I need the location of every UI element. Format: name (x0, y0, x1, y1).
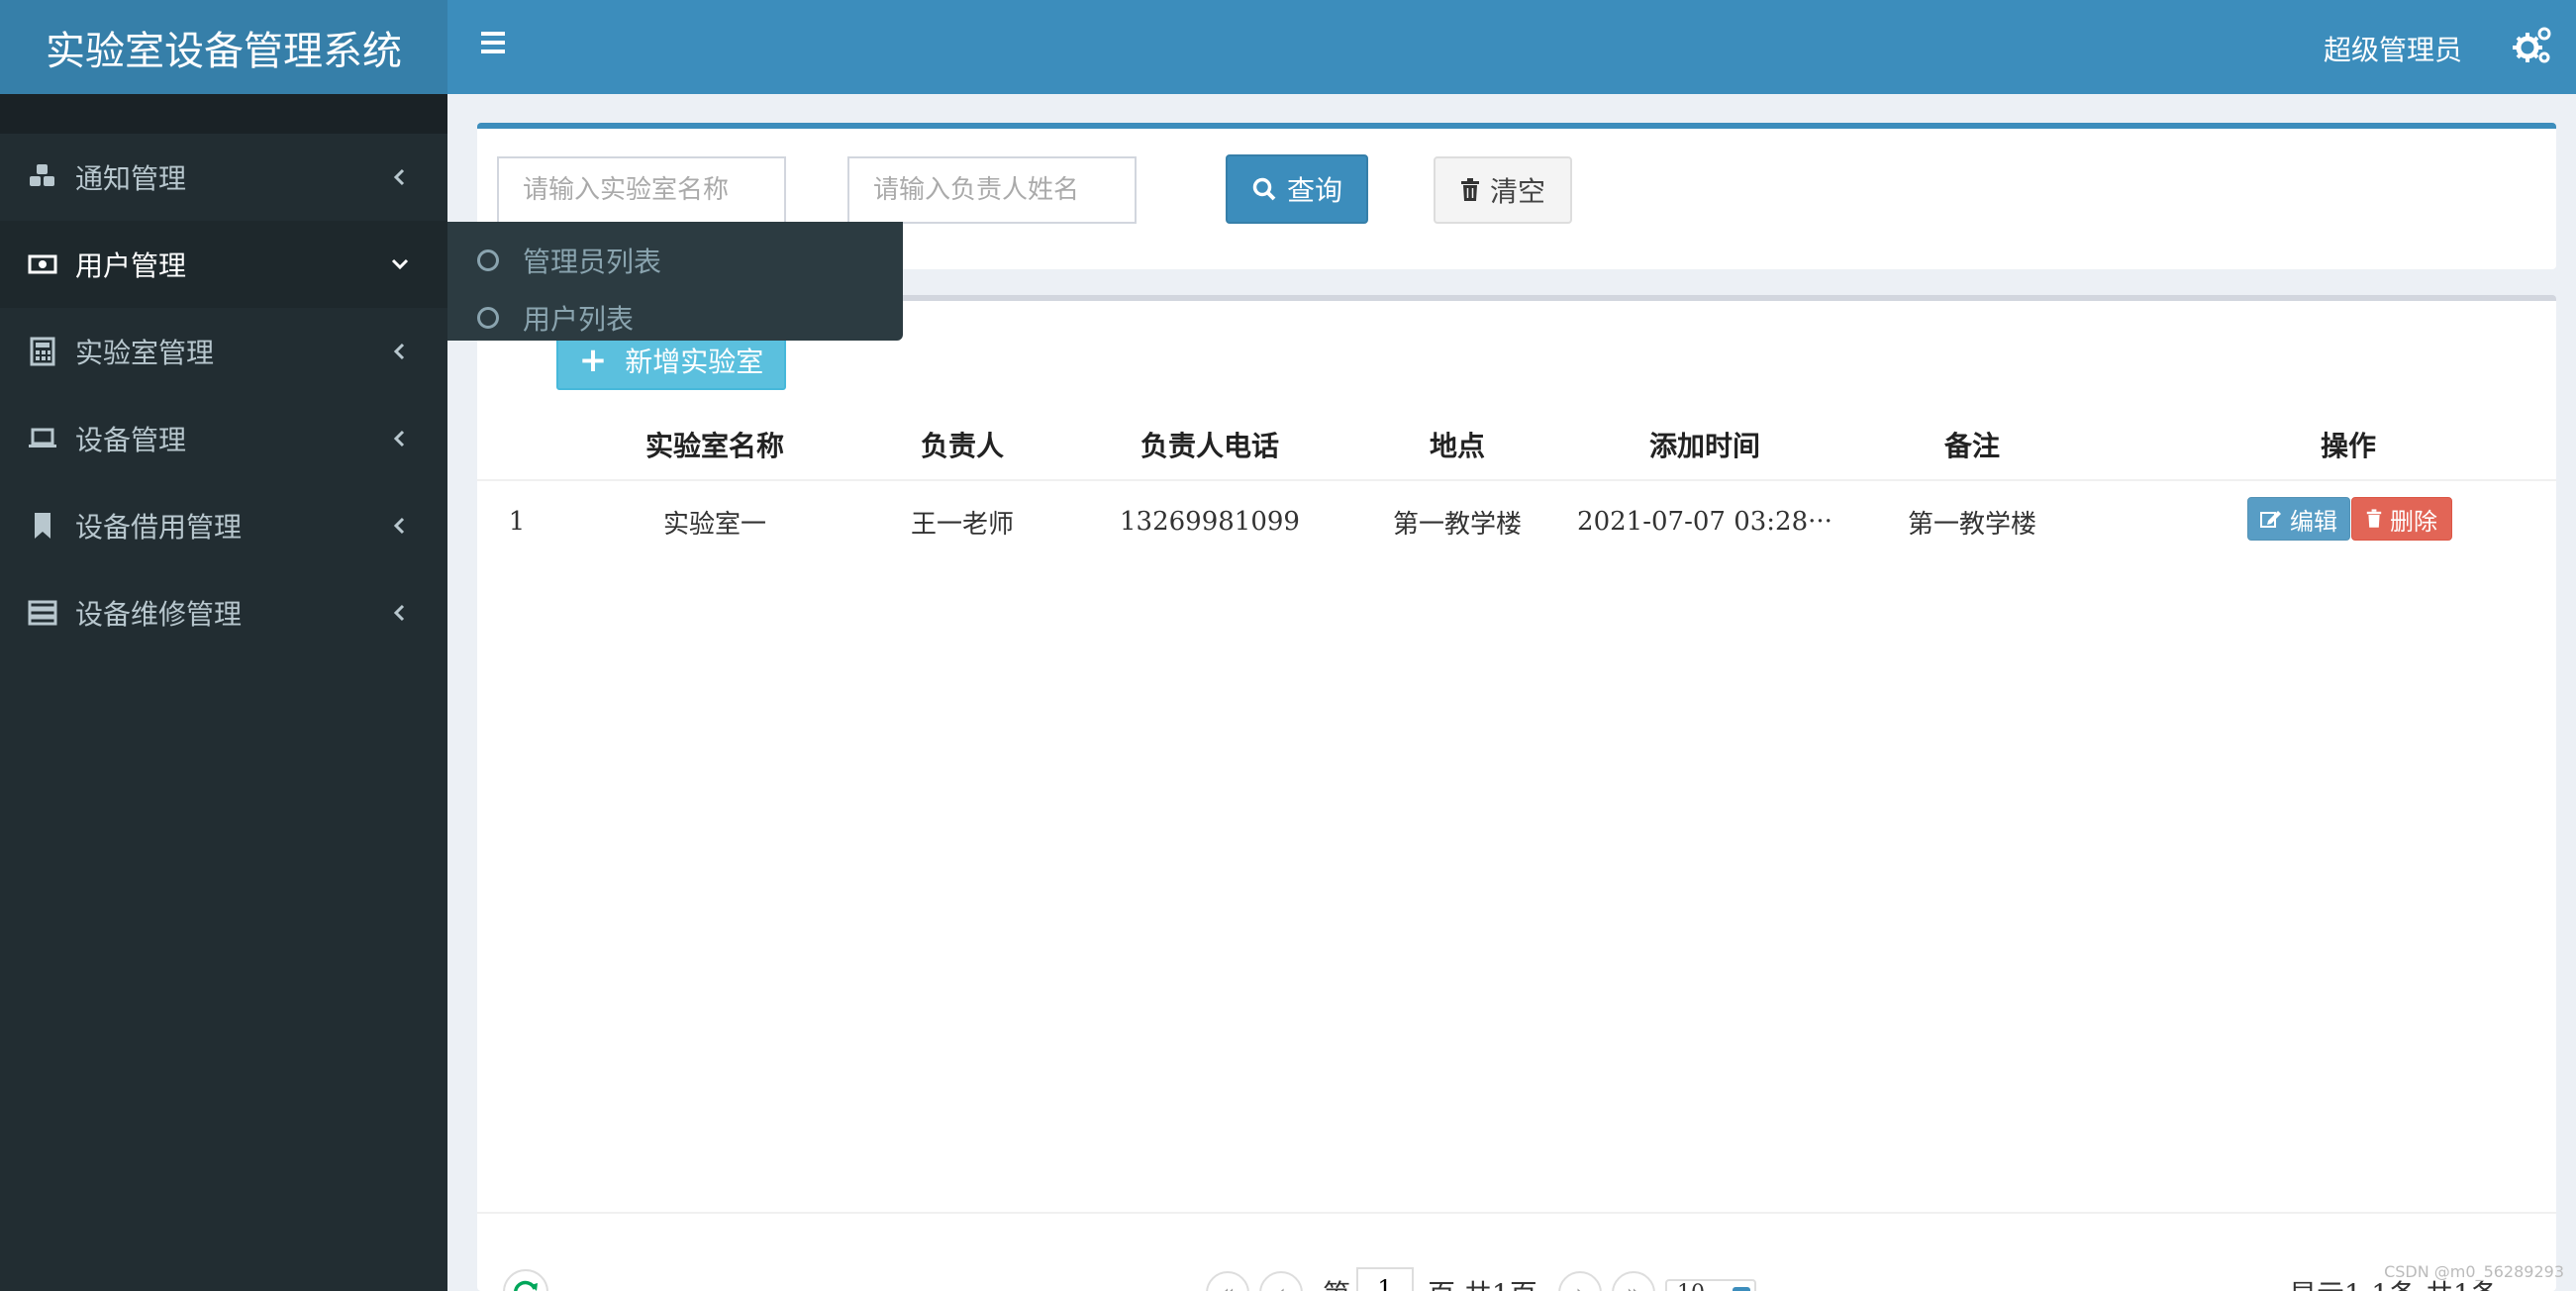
lab-table-panel: + 新增实验室 实验室名称 负责人 负责人电话 地点 添加时间 备注 操作 1 … (477, 295, 2556, 1291)
watermark-credit: CSDN @m0_56289293 (2384, 1262, 2564, 1281)
delete-button[interactable]: 删除 (2351, 497, 2452, 541)
server-icon (28, 598, 57, 628)
delete-button-label: 删除 (2390, 507, 2437, 536)
sidebar-user-panel (0, 94, 447, 134)
column-header[interactable]: 地点 (1348, 410, 1566, 479)
circle-icon (477, 249, 499, 271)
sidebar-item-repair[interactable]: 设备维修管理 (0, 569, 447, 656)
column-header: 操作 (2320, 430, 2376, 462)
chevron-left-icon (393, 604, 405, 622)
sidebar: 通知管理 用户管理 实验室管理 设备管理 设备借用管理 设备维修管理 (0, 94, 447, 1291)
submenu-item-label: 用户列表 (523, 303, 635, 336)
refresh-icon (514, 1280, 538, 1291)
hamburger-icon-line (481, 50, 505, 53)
page-size-select[interactable]: 10 (1665, 1279, 1756, 1291)
column-header[interactable]: 添加时间 (1596, 410, 1814, 479)
phone-cell: 13269981099 (1120, 507, 1300, 537)
sidebar-item-label: 用户管理 (75, 249, 187, 282)
hamburger-icon (481, 32, 505, 36)
submenu-item-label: 管理员列表 (523, 246, 662, 278)
refresh-button[interactable] (503, 1269, 548, 1291)
edit-button[interactable]: 编辑 (2247, 497, 2350, 541)
column-header[interactable]: 备注 (1863, 410, 2081, 479)
edit-icon (2260, 509, 2282, 529)
sidebar-item-borrow[interactable]: 设备借用管理 (0, 482, 447, 569)
row-index: 1 (508, 507, 526, 537)
sidebar-item-label: 设备维修管理 (75, 598, 243, 631)
query-button[interactable]: 查询 (1226, 154, 1368, 224)
chevron-left-icon (393, 343, 405, 360)
next-page-button[interactable]: › (1558, 1271, 1602, 1291)
prev-page-button[interactable]: ‹ (1259, 1271, 1303, 1291)
added-time-cell: 2021-07-07 03:28··· (1577, 507, 1833, 537)
remark-cell: 第一教学楼 (1907, 509, 2036, 540)
location-cell: 第一教学楼 (1392, 509, 1522, 540)
chevron-left-icon (393, 430, 405, 447)
clear-button-label: 清空 (1489, 175, 1545, 208)
edit-button-label: 编辑 (2290, 507, 2337, 536)
submenu-item-admin-list[interactable]: 管理员列表 (447, 232, 903, 289)
first-page-button[interactable]: « (1206, 1271, 1249, 1291)
sidebar-item-equipment[interactable]: 设备管理 (0, 395, 447, 482)
sidebar-item-label: 实验室管理 (75, 337, 215, 369)
plus-icon: + (578, 341, 608, 380)
top-navbar: 超级管理员 (447, 0, 2576, 94)
lab-name-search-input[interactable] (497, 156, 786, 224)
column-header[interactable]: 负责人 (853, 410, 1071, 479)
select-arrow-icon (1733, 1287, 1750, 1291)
users-submenu: 管理员列表 用户列表 (447, 222, 903, 341)
search-icon (1251, 176, 1277, 202)
chevron-down-icon (391, 258, 409, 270)
hamburger-icon-line (481, 41, 505, 45)
clear-button[interactable]: 清空 (1434, 156, 1572, 224)
app-logo[interactable]: 实验室设备管理系统 (0, 0, 447, 94)
sidebar-item-users[interactable]: 用户管理 (0, 221, 447, 308)
owner-cell: 王一老师 (910, 509, 1014, 540)
sidebar-item-notice[interactable]: 通知管理 (0, 134, 447, 221)
laptop-icon (28, 424, 57, 453)
page-total: 页 共1页 (1428, 1273, 1537, 1291)
column-header[interactable]: 实验室名称 (606, 410, 824, 479)
calculator-icon (28, 337, 57, 366)
trash-icon (2366, 509, 2382, 529)
last-page-button[interactable]: » (1612, 1271, 1655, 1291)
app-title: 实验室设备管理系统 (46, 28, 402, 74)
sidebar-item-label: 通知管理 (75, 162, 187, 195)
page-size-value: 10 (1677, 1281, 1705, 1291)
table-row[interactable]: 1 实验室一 王一老师 13269981099 第一教学楼 2021-07-07… (477, 483, 2556, 560)
gears-icon[interactable] (2511, 24, 2554, 67)
sidebar-item-label: 设备管理 (75, 424, 187, 456)
owner-name-search-input[interactable] (847, 156, 1137, 224)
sidebar-toggle-button[interactable] (473, 27, 513, 66)
lab-name-cell: 实验室一 (662, 509, 766, 540)
add-lab-button-label: 新增实验室 (625, 346, 764, 378)
sidebar-item-label: 设备借用管理 (75, 511, 243, 544)
cubes-icon (28, 162, 57, 192)
bookmark-icon (28, 511, 57, 541)
page-number-input[interactable] (1356, 1267, 1414, 1291)
money-icon (28, 249, 57, 279)
column-header[interactable]: 负责人电话 (1101, 410, 1319, 479)
trash-icon (1460, 178, 1480, 202)
query-button-label: 查询 (1286, 174, 1342, 207)
sidebar-item-lab[interactable]: 实验室管理 (0, 308, 447, 395)
table-footer-divider (477, 1212, 2556, 1214)
user-menu[interactable]: 超级管理员 (2324, 29, 2462, 68)
submenu-item-user-list[interactable]: 用户列表 (447, 289, 903, 347)
chevron-left-icon (393, 168, 405, 186)
page-prefix: 第 (1323, 1273, 1350, 1291)
circle-icon (477, 307, 499, 329)
chevron-left-icon (393, 517, 405, 535)
table-header: 实验室名称 负责人 负责人电话 地点 添加时间 备注 操作 (477, 410, 2556, 481)
